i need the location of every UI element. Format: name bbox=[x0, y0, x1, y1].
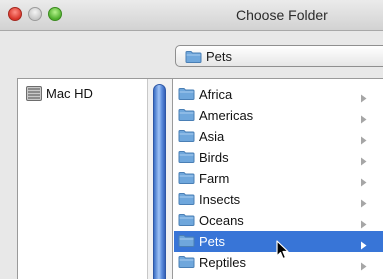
folder-row-oceans[interactable]: Oceans bbox=[174, 210, 383, 231]
folder-row-label: Africa bbox=[199, 87, 233, 102]
scrollbar-thumb[interactable] bbox=[153, 84, 166, 279]
folder-icon bbox=[178, 87, 195, 105]
folder-row-africa[interactable]: Africa bbox=[174, 84, 383, 105]
column-browser: Mac HD Africa Americas Asia Birds Farm Insect… bbox=[17, 78, 383, 279]
folder-icon bbox=[178, 234, 195, 252]
folder-row-label: Insects bbox=[199, 192, 241, 207]
folder-icon bbox=[178, 171, 195, 189]
folder-row-label: Farm bbox=[199, 171, 230, 186]
folder-icon bbox=[178, 129, 195, 147]
path-popup-label: Pets bbox=[206, 49, 233, 64]
folder-icon bbox=[185, 50, 202, 68]
title-bar[interactable]: Choose Folder bbox=[0, 0, 383, 31]
window-title: Choose Folder bbox=[236, 7, 328, 23]
folder-row-birds[interactable]: Birds bbox=[174, 147, 383, 168]
folder-icon bbox=[178, 192, 195, 210]
folder-row-label: Americas bbox=[199, 108, 254, 123]
minimize-window-button[interactable] bbox=[28, 7, 42, 21]
sidebar-column: Mac HD bbox=[18, 79, 147, 279]
close-window-button[interactable] bbox=[8, 7, 22, 21]
folder-icon bbox=[178, 108, 195, 126]
folder-row-asia[interactable]: Asia bbox=[174, 126, 383, 147]
folder-row-label: Oceans bbox=[199, 213, 244, 228]
folder-row-label: Asia bbox=[199, 129, 225, 144]
folder-icon bbox=[178, 213, 195, 231]
folder-row-farm[interactable]: Farm bbox=[174, 168, 383, 189]
folder-row-label: Birds bbox=[199, 150, 229, 165]
sidebar-item-label: Mac HD bbox=[46, 86, 93, 101]
mouse-cursor-icon bbox=[276, 240, 290, 265]
folder-row-label: Pets bbox=[199, 234, 226, 249]
path-popup-button[interactable]: Pets bbox=[175, 45, 383, 67]
hard-drive-icon bbox=[26, 86, 42, 106]
vertical-scrollbar[interactable] bbox=[147, 79, 173, 279]
sidebar-item-mac-hd[interactable]: Mac HD bbox=[26, 85, 141, 103]
chevron-right-icon bbox=[360, 258, 367, 276]
choose-folder-window: Choose Folder Pets Mac HD Africa America… bbox=[0, 0, 383, 279]
folder-icon bbox=[178, 150, 195, 168]
folder-icon bbox=[178, 255, 195, 273]
folder-row-insects[interactable]: Insects bbox=[174, 189, 383, 210]
folder-row-label: Reptiles bbox=[199, 255, 246, 270]
folder-row-americas[interactable]: Americas bbox=[174, 105, 383, 126]
zoom-window-button[interactable] bbox=[48, 7, 62, 21]
